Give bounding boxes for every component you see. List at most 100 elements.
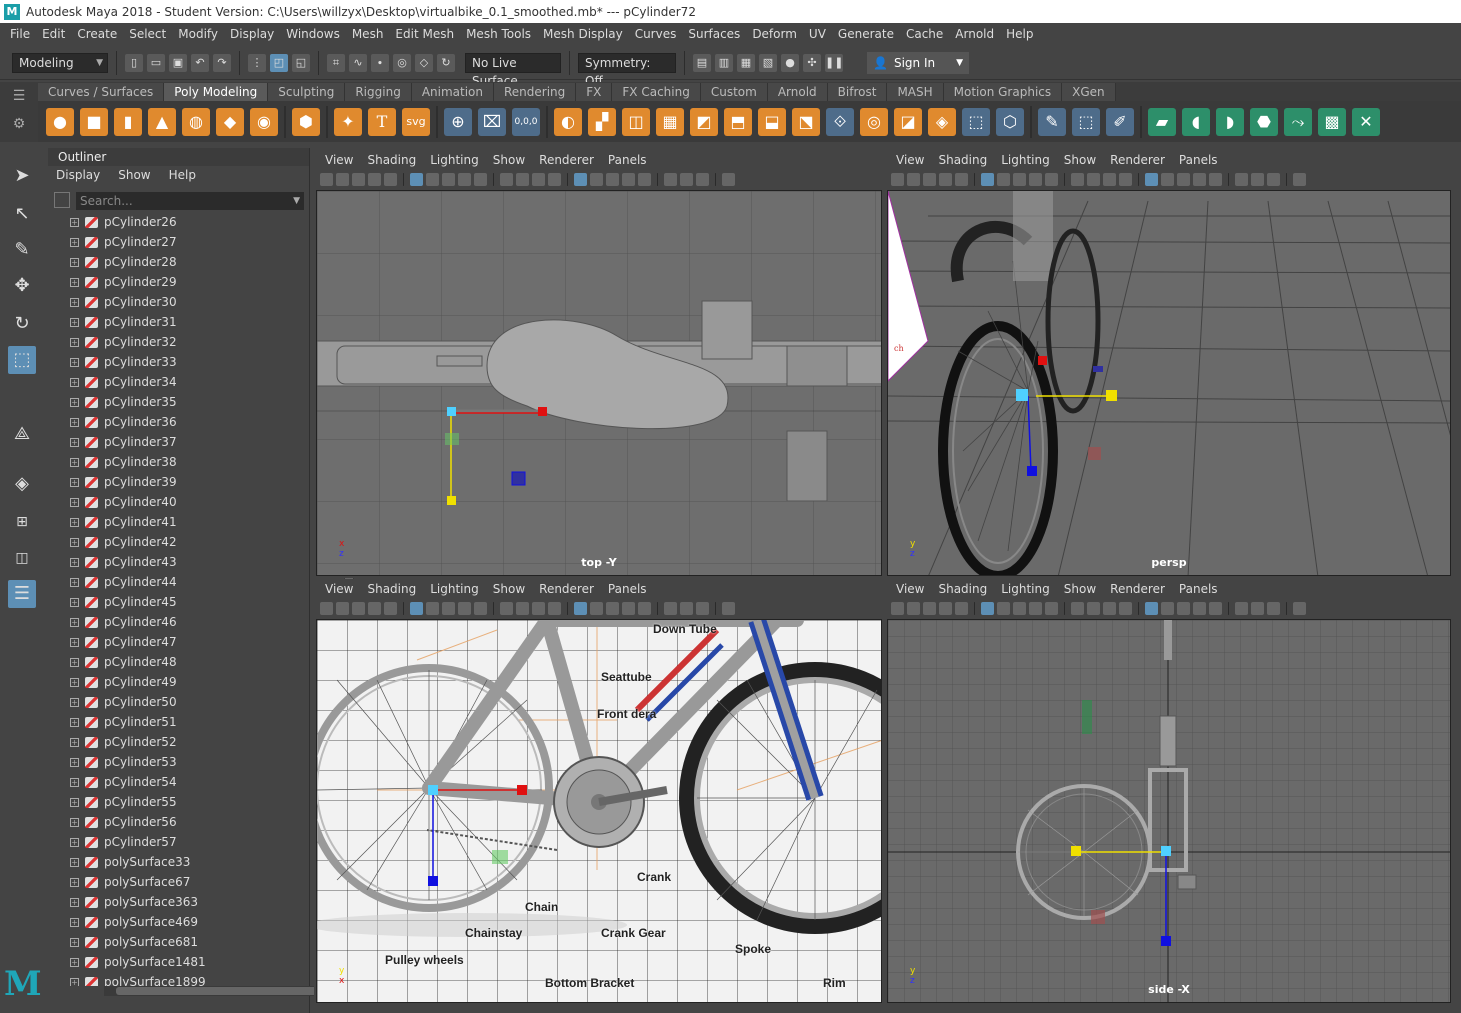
menu-edit-mesh[interactable]: Edit Mesh (389, 27, 460, 41)
outliner-menu-display[interactable]: Display (56, 166, 100, 184)
viewport-tool-icon[interactable] (1045, 172, 1058, 186)
select-component-icon[interactable]: ◱ (292, 53, 310, 72)
outliner-item[interactable]: + pCylinder51 (48, 712, 296, 732)
outliner-item[interactable]: + pCylinder27 (48, 232, 296, 252)
viewport-tool-icon[interactable] (516, 601, 529, 615)
shelf-tab-poly-modeling[interactable]: Poly Modeling (164, 83, 269, 101)
outliner-search-input[interactable]: Search... ▼ (76, 192, 304, 210)
menu-create[interactable]: Create (71, 27, 123, 41)
viewport-tool-icon[interactable] (548, 601, 561, 615)
expand-icon[interactable]: + (70, 497, 79, 507)
viewport-tool-icon[interactable] (336, 172, 349, 186)
checker-map-icon[interactable]: ▩ (1318, 107, 1346, 136)
outliner-menu-show[interactable]: Show (118, 166, 150, 184)
viewport-tool-icon[interactable] (352, 172, 365, 186)
poly-disc-icon[interactable]: ◉ (250, 107, 278, 136)
expand-icon[interactable]: + (70, 617, 79, 627)
select-hierarchy-icon[interactable]: ⋮ (248, 53, 266, 72)
viewport-tool-icon[interactable] (907, 172, 920, 186)
viewport-menu-renderer[interactable]: Renderer (532, 153, 601, 167)
outliner-item[interactable]: + pCylinder33 (48, 352, 296, 372)
outliner-item[interactable]: + pCylinder55 (48, 792, 296, 812)
viewport-menu-show[interactable]: Show (486, 582, 532, 596)
filter-icon[interactable] (54, 192, 70, 208)
poly-cylinder-icon[interactable]: ▮ (114, 107, 142, 136)
shelf-options[interactable]: ☰ ⚙ (0, 82, 38, 142)
shelf-tab-fx-caching[interactable]: FX Caching (612, 83, 701, 101)
viewport-tool-icon[interactable] (500, 601, 513, 615)
viewport-tool-icon[interactable] (1029, 172, 1042, 186)
viewport-tool-icon[interactable] (336, 601, 349, 615)
paint-select-tool-icon[interactable]: ✎ (8, 236, 36, 264)
viewport-tool-icon[interactable] (1103, 601, 1116, 615)
outliner-item[interactable]: + pCylinder54 (48, 772, 296, 792)
outliner-item[interactable]: + pCylinder42 (48, 532, 296, 552)
expand-icon[interactable]: + (70, 637, 79, 647)
layout-uv-icon[interactable]: ✕ (1352, 107, 1380, 136)
outliner-item[interactable]: + pCylinder40 (48, 492, 296, 512)
viewport-tool-icon[interactable] (320, 172, 333, 186)
viewport-tool-icon[interactable] (1029, 601, 1042, 615)
offset-loop-icon[interactable]: ⬚ (962, 107, 990, 136)
viewport-tool-icon[interactable] (1119, 172, 1132, 186)
menu-help[interactable]: Help (1000, 27, 1039, 41)
outliner-item[interactable]: + polySurface363 (48, 892, 296, 912)
expand-icon[interactable]: + (70, 597, 79, 607)
expand-icon[interactable]: + (70, 377, 79, 387)
outliner-item[interactable]: + pCylinder34 (48, 372, 296, 392)
scrollbar-thumb[interactable] (116, 987, 326, 995)
viewport-menu-view[interactable]: View (889, 582, 931, 596)
viewport-tool-icon[interactable] (1177, 172, 1190, 186)
expand-icon[interactable]: + (70, 837, 79, 847)
viewport-tool-icon[interactable] (1293, 601, 1306, 615)
outliner-item[interactable]: + polySurface681 (48, 932, 296, 952)
persp-outliner-icon[interactable]: ◫ (8, 544, 36, 572)
viewport-tool-icon[interactable] (907, 601, 920, 615)
viewport-tool-icon[interactable] (923, 172, 936, 186)
viewport-tool-icon[interactable] (696, 172, 709, 186)
outliner-item[interactable]: + pCylinder29 (48, 272, 296, 292)
viewport-tool-icon[interactable] (1045, 601, 1058, 615)
viewport-tool-icon[interactable] (1177, 601, 1190, 615)
boolean-icon[interactable]: ⬔ (792, 107, 820, 136)
mirror-icon[interactable]: ◫ (622, 107, 650, 136)
outliner-item[interactable]: + pCylinder36 (48, 412, 296, 432)
render-view-icon[interactable]: ▤ (693, 53, 711, 72)
viewport-tool-icon[interactable] (442, 601, 455, 615)
outliner-item[interactable]: + pCylinder32 (48, 332, 296, 352)
viewport-tool-icon[interactable] (368, 601, 381, 615)
snap-curve-icon[interactable]: ∿ (349, 53, 367, 72)
menu-display[interactable]: Display (224, 27, 280, 41)
menu-arnold[interactable]: Arnold (949, 27, 1000, 41)
viewport-tool-icon[interactable] (442, 172, 455, 186)
shelf-tab-custom[interactable]: Custom (700, 83, 768, 101)
viewport-tool-icon[interactable] (384, 601, 397, 615)
outliner-item[interactable]: + pCylinder28 (48, 252, 296, 272)
outliner-item[interactable]: + pCylinder43 (48, 552, 296, 572)
viewport-menu-lighting[interactable]: Lighting (994, 582, 1057, 596)
outliner-item[interactable]: + polySurface469 (48, 912, 296, 932)
symmetry-dropdown[interactable]: Symmetry: Off (578, 52, 676, 88)
expand-icon[interactable]: + (70, 297, 79, 307)
expand-icon[interactable]: + (70, 397, 79, 407)
viewport-tool-icon[interactable] (722, 601, 735, 615)
expand-icon[interactable]: + (70, 417, 79, 427)
expand-icon[interactable]: + (70, 577, 79, 587)
viewport-tool-icon[interactable] (680, 601, 693, 615)
expand-icon[interactable]: + (70, 717, 79, 727)
viewport-tool-icon[interactable] (606, 172, 619, 186)
viewport-tool-icon[interactable] (1161, 172, 1174, 186)
shelf-tab-bifrost[interactable]: Bifrost (827, 83, 888, 101)
outliner-item[interactable]: + polySurface33 (48, 852, 296, 872)
outliner-item[interactable]: + pCylinder49 (48, 672, 296, 692)
expand-icon[interactable]: + (70, 217, 79, 227)
viewport-tool-icon[interactable] (1071, 172, 1084, 186)
expand-icon[interactable]: + (70, 337, 79, 347)
shelf-tab-arnold[interactable]: Arnold (767, 83, 828, 101)
combine-icon[interactable]: ◐ (554, 107, 582, 136)
outliner-item[interactable]: + polySurface1481 (48, 952, 296, 972)
viewport-tool-icon[interactable] (622, 601, 635, 615)
shelf-tab-animation[interactable]: Animation (411, 83, 494, 101)
reset-transform-icon[interactable]: 0,0,0 (512, 107, 540, 136)
outliner-item[interactable]: + pCylinder31 (48, 312, 296, 332)
